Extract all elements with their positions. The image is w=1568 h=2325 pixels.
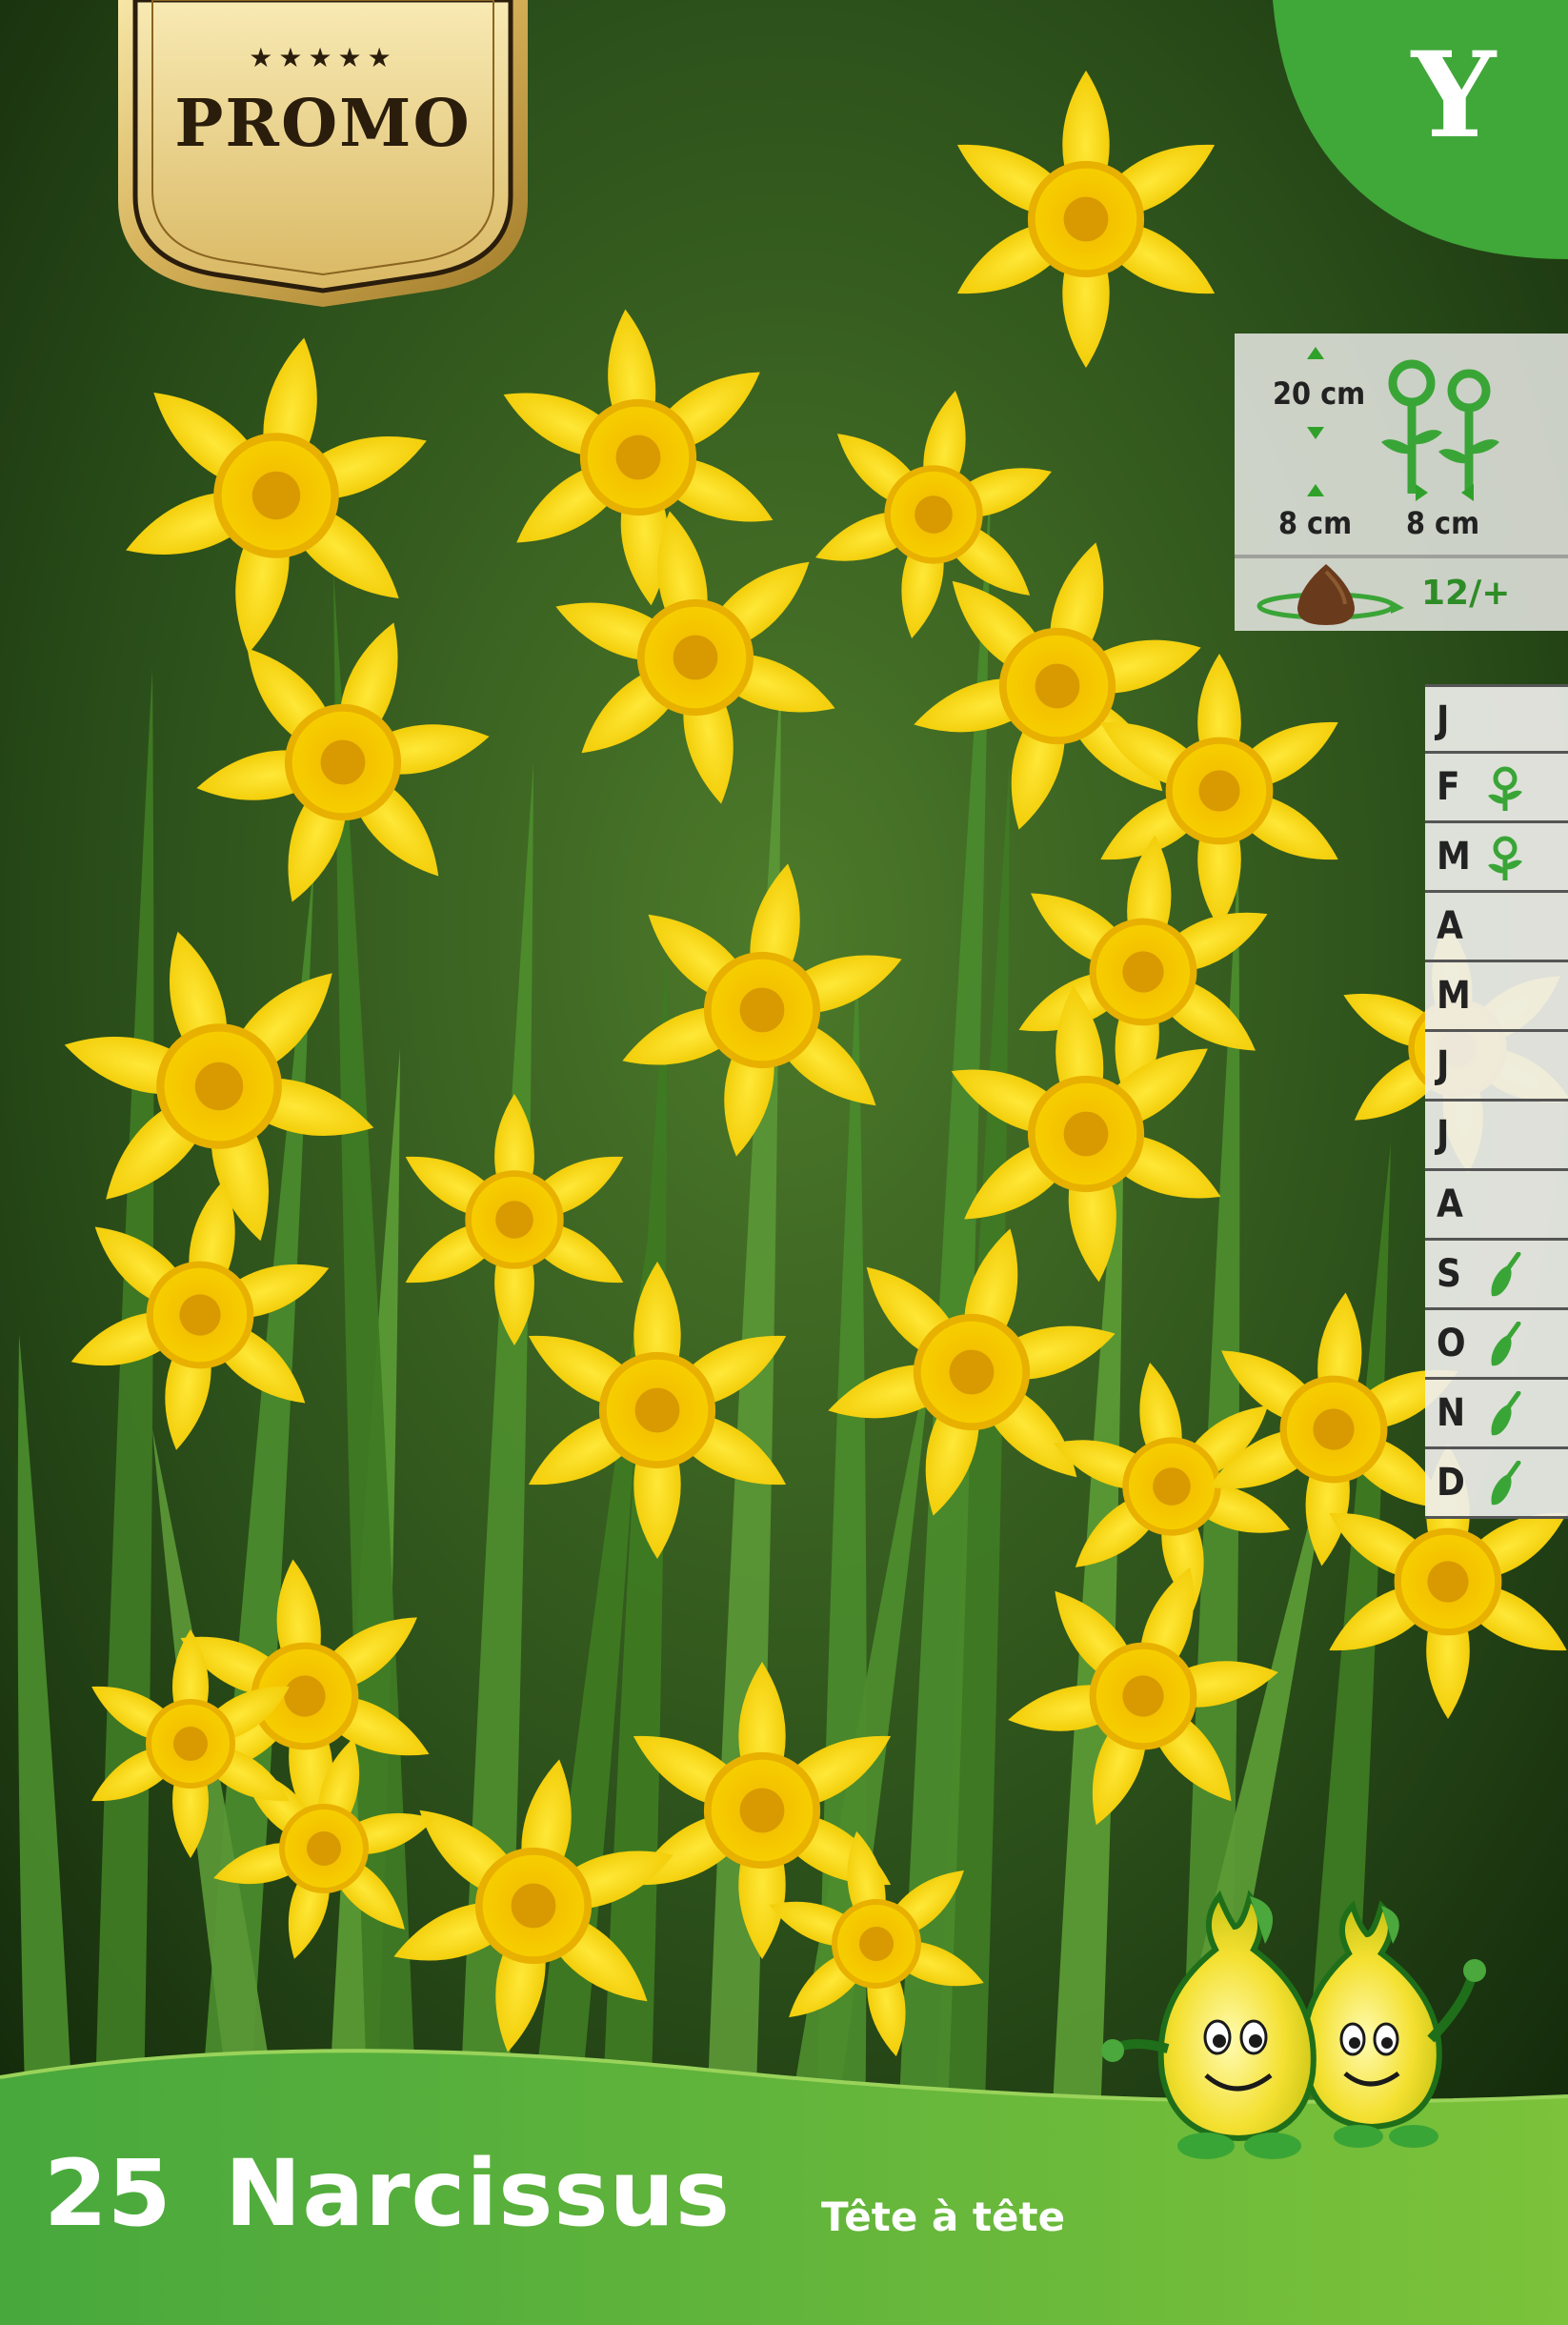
month-letter: M <box>1437 974 1471 1018</box>
category-letter: Y <box>1411 27 1497 165</box>
trowel-icon <box>1486 1251 1524 1304</box>
trowel-icon <box>1486 1390 1524 1443</box>
bulb-count: 12/+ <box>1421 574 1511 613</box>
calendar-month: A <box>1425 893 1568 962</box>
product-variety: Tête à tête <box>821 2194 1066 2240</box>
calendar-month: D <box>1425 1449 1568 1519</box>
calendar-month: A <box>1425 1171 1568 1241</box>
two-flowers-icon <box>1377 353 1501 499</box>
calendar-month: M <box>1425 962 1568 1032</box>
month-letter: J <box>1437 1113 1450 1157</box>
calendar-month: S <box>1425 1241 1568 1310</box>
bloom-calendar: JFMAMJJASOND <box>1425 684 1568 1519</box>
category-corner: Y <box>1273 0 1568 259</box>
month-letter: N <box>1437 1391 1466 1435</box>
bulb-icon <box>1248 558 1419 635</box>
flower-icon <box>1486 765 1524 817</box>
calendar-month: M <box>1425 823 1568 893</box>
month-letter: A <box>1437 904 1463 948</box>
calendar-month: J <box>1425 1032 1568 1102</box>
month-letter: O <box>1437 1322 1466 1365</box>
trowel-icon <box>1486 1460 1524 1512</box>
calendar-month: O <box>1425 1310 1568 1380</box>
month-letter: D <box>1437 1461 1465 1505</box>
calendar-month: N <box>1425 1380 1568 1449</box>
product-count: 25 <box>44 2140 171 2247</box>
calendar-month: J <box>1425 684 1568 754</box>
calendar-month: F <box>1425 754 1568 823</box>
month-letter: J <box>1437 1043 1450 1087</box>
month-letter: J <box>1437 698 1450 742</box>
trowel-icon <box>1486 1321 1524 1373</box>
arrow-up-icon <box>1307 484 1324 496</box>
product-name: Narcissus <box>225 2140 732 2247</box>
planting-spacing: 8 cm <box>1406 505 1480 541</box>
promo-label: PROMO <box>174 86 472 162</box>
bulb-mascots-icon <box>1096 1887 1515 2176</box>
arrow-up-icon <box>1307 347 1324 359</box>
flower-icon <box>1486 835 1524 886</box>
calendar-month: J <box>1425 1102 1568 1171</box>
month-letter: M <box>1437 835 1471 879</box>
arrow-right-icon <box>1416 484 1428 501</box>
month-letter: A <box>1437 1183 1463 1226</box>
promo-stars: ★★★★★ <box>249 42 397 73</box>
planting-depth: 8 cm <box>1278 505 1353 541</box>
month-letter: F <box>1437 765 1460 809</box>
plant-height: 20 cm <box>1273 375 1366 412</box>
planting-info-panel: 20 cm 8 cm 8 cm 12/+ <box>1235 334 1568 631</box>
month-letter: S <box>1437 1252 1461 1296</box>
arrow-down-icon <box>1307 427 1324 439</box>
arrow-left-icon <box>1461 484 1474 501</box>
promo-badge: ★★★★★ PROMO <box>118 0 528 307</box>
